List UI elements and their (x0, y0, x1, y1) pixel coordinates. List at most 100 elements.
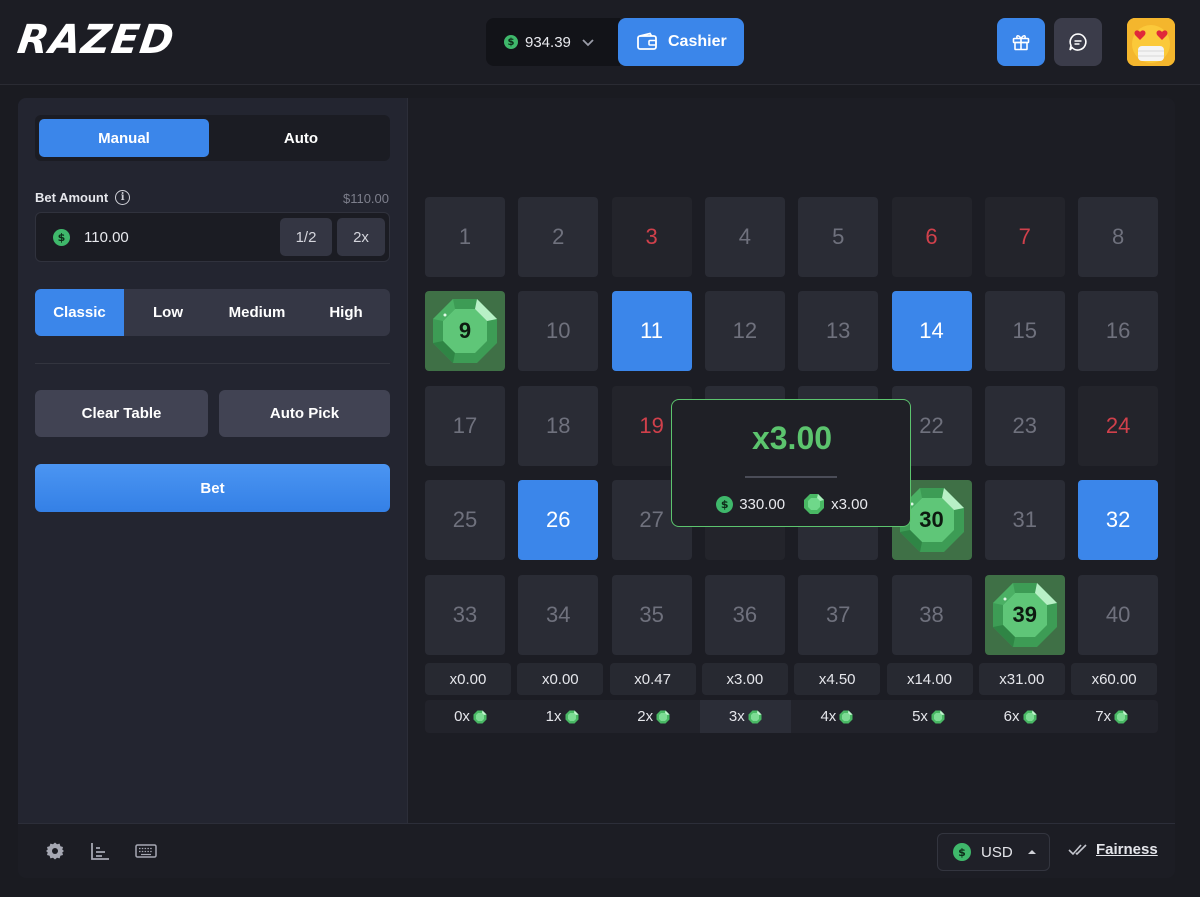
half-bet-button[interactable]: 1/2 (280, 218, 332, 256)
tile-number: 19 (639, 412, 664, 438)
keno-game-panel: Manual Auto Bet Amount i $110.00 $ 1/2 2… (18, 98, 1175, 878)
stats-button[interactable] (89, 840, 111, 862)
tile-number: 25 (452, 507, 478, 533)
keno-tile-9[interactable]: 9 (425, 291, 505, 372)
risk-low[interactable]: Low (124, 289, 212, 336)
divider (745, 476, 837, 478)
keno-tile-1[interactable]: 1 (425, 197, 505, 277)
balance-value: 934.39 (525, 33, 571, 51)
gem-icon (1114, 710, 1128, 723)
tile-number: 34 (546, 601, 571, 627)
tile-number: 26 (546, 507, 571, 533)
tile-number: 4 (738, 224, 752, 249)
payout-multiplier: x14.00 (886, 663, 973, 695)
bet-amount-input[interactable] (84, 221, 264, 253)
settings-button[interactable] (44, 840, 66, 862)
gem-icon (1023, 710, 1037, 723)
hit-count-label: 5x (912, 708, 928, 725)
risk-high[interactable]: High (302, 289, 390, 336)
tile-number: 33 (452, 601, 478, 627)
clear-table-button[interactable]: Clear Table (35, 390, 208, 437)
tile-number: 2 (552, 224, 565, 249)
tile-number: 37 (825, 601, 851, 627)
keno-tile-25[interactable]: 25 (425, 480, 505, 561)
cashier-button[interactable]: Cashier (618, 18, 744, 66)
keno-board: 1234567891011121314151617181920212223242… (408, 98, 1175, 823)
tile-number: 40 (1105, 601, 1131, 627)
bet-button[interactable]: Bet (35, 464, 390, 512)
gem-icon (565, 710, 579, 723)
balance-dropdown[interactable]: $ 934.39 (486, 18, 620, 66)
risk-medium[interactable]: Medium (212, 289, 302, 336)
tile-number: 11 (640, 318, 664, 344)
keno-tile-16[interactable]: 16 (1078, 291, 1159, 372)
chat-button[interactable] (1054, 18, 1102, 66)
tile-number: 23 (1012, 412, 1038, 438)
hit-count-label: 4x (820, 708, 837, 725)
user-avatar[interactable] (1127, 18, 1175, 66)
keno-tile-10[interactable]: 10 (518, 291, 599, 372)
keno-tile-38[interactable]: 38 (891, 574, 972, 655)
tile-number: 10 (546, 318, 571, 344)
risk-selector: Classic Low Medium High (35, 289, 390, 336)
keno-tile-2[interactable]: 2 (518, 197, 599, 277)
settings-icon (46, 842, 64, 860)
result-details: $ 330.00 x3.00 (672, 493, 912, 515)
keno-tile-23[interactable]: 23 (984, 385, 1065, 466)
gem-icon (748, 710, 762, 723)
fairness-label: Fairness (1096, 841, 1158, 858)
keno-tile-6[interactable]: 6 (891, 197, 972, 277)
keno-tile-14[interactable]: 14 (891, 291, 972, 372)
keno-tile-31[interactable]: 31 (984, 480, 1065, 561)
keno-tile-3[interactable]: 3 (611, 197, 692, 277)
keno-tile-13[interactable]: 13 (798, 291, 879, 372)
tab-manual[interactable]: Manual (39, 119, 209, 157)
cashier-label: Cashier (668, 33, 727, 50)
keno-tile-36[interactable]: 36 (704, 574, 785, 655)
double-bet-button[interactable]: 2x (337, 218, 385, 256)
keno-tile-8[interactable]: 8 (1078, 197, 1159, 277)
keno-tile-15[interactable]: 15 (984, 291, 1065, 372)
keno-tile-37[interactable]: 37 (798, 574, 879, 655)
fairness-link[interactable]: Fairness (1068, 841, 1158, 858)
auto-pick-button[interactable]: Auto Pick (219, 390, 390, 437)
result-gem-multiplier: x3.00 (831, 495, 868, 513)
keno-tile-5[interactable]: 5 (798, 197, 879, 277)
hit-count: 6x (975, 700, 1066, 733)
info-icon[interactable]: i (115, 190, 131, 205)
result-payout: 330.00 (739, 495, 786, 513)
gem-icon (473, 710, 487, 723)
keno-tile-4[interactable]: 4 (704, 197, 785, 277)
keno-tile-32[interactable]: 32 (1078, 480, 1159, 561)
gem-icon (656, 710, 670, 723)
keno-tile-7[interactable]: 7 (984, 197, 1065, 277)
keno-tile-33[interactable]: 33 (425, 574, 505, 655)
keno-tile-34[interactable]: 34 (518, 574, 599, 655)
keno-tile-18[interactable]: 18 (518, 385, 599, 466)
hotkeys-button[interactable] (135, 840, 157, 862)
keno-tile-39[interactable]: 39 (984, 574, 1065, 655)
keno-tile-24[interactable]: 24 (1078, 385, 1159, 466)
risk-classic[interactable]: Classic (35, 289, 124, 336)
keno-tile-40[interactable]: 40 (1078, 574, 1159, 655)
keno-tile-35[interactable]: 35 (611, 574, 692, 655)
gift-icon (1012, 35, 1030, 51)
keno-tile-17[interactable]: 17 (425, 385, 505, 466)
hit-count: 2x (608, 700, 699, 733)
hit-count: 1x (517, 700, 608, 733)
gift-button[interactable] (997, 18, 1045, 66)
keno-tile-11[interactable]: 11 (611, 291, 692, 372)
razed-logo[interactable]: RAZED (15, 17, 178, 63)
tile-number: 5 (832, 224, 845, 249)
tab-auto[interactable]: Auto (216, 119, 386, 157)
keno-tile-12[interactable]: 12 (704, 291, 785, 372)
tile-number: 32 (1105, 507, 1131, 533)
tile-number: 39 (1012, 601, 1038, 627)
tile-number: 8 (1111, 224, 1125, 249)
chevron-down-icon (582, 39, 594, 47)
currency-selector[interactable]: $ USD (937, 833, 1050, 871)
hit-count: 3x (699, 700, 791, 733)
tile-number: 18 (546, 412, 571, 438)
tile-number: 24 (1105, 412, 1131, 438)
keno-tile-26[interactable]: 26 (518, 480, 599, 561)
